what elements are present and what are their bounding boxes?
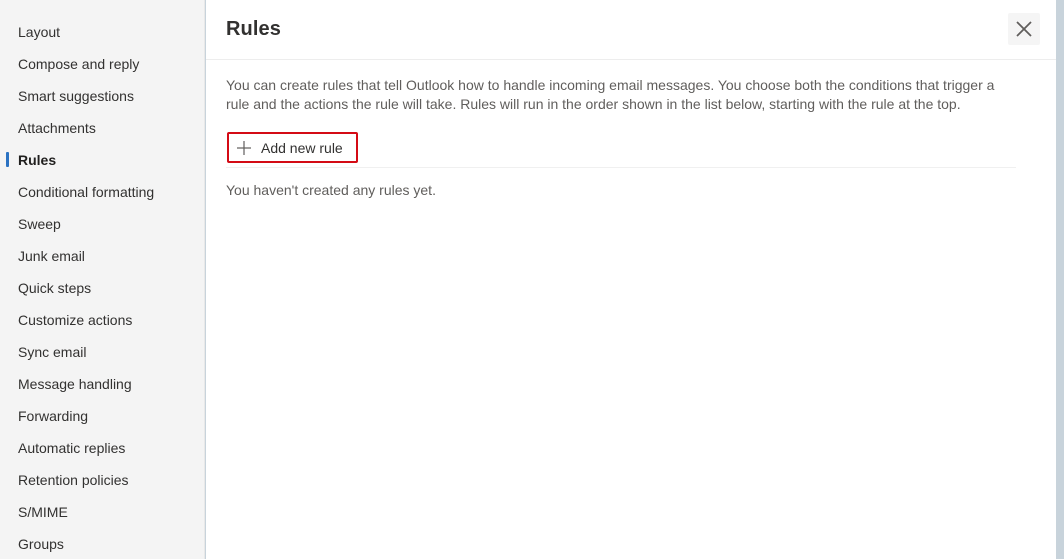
plus-icon bbox=[237, 140, 251, 155]
sidebar-item-label: Compose and reply bbox=[18, 56, 140, 72]
sidebar-item-junk-email[interactable]: Junk email bbox=[0, 240, 204, 272]
sidebar-item-quick-steps[interactable]: Quick steps bbox=[0, 272, 204, 304]
sidebar-item-rules[interactable]: Rules bbox=[0, 144, 204, 176]
rules-panel: Rules You can create rules that tell Out… bbox=[206, 0, 1056, 559]
sidebar-item-label: Conditional formatting bbox=[18, 184, 155, 200]
sidebar-item-label: Layout bbox=[18, 24, 61, 40]
sidebar-item-compose-and-reply[interactable]: Compose and reply bbox=[0, 48, 204, 80]
sidebar-item-label: S/MIME bbox=[18, 504, 68, 520]
close-button[interactable] bbox=[1008, 13, 1040, 45]
sidebar-item-label: Sweep bbox=[18, 216, 61, 232]
rules-description: You can create rules that tell Outlook h… bbox=[226, 77, 995, 112]
list-divider bbox=[226, 167, 1016, 168]
sidebar-item-smime[interactable]: S/MIME bbox=[0, 496, 204, 528]
page-title: Rules bbox=[226, 18, 281, 40]
active-indicator bbox=[6, 152, 9, 167]
sidebar-item-smart-suggestions[interactable]: Smart suggestions bbox=[0, 80, 204, 112]
sidebar-item-sync-email[interactable]: Sync email bbox=[0, 336, 204, 368]
sidebar-item-label: Message handling bbox=[18, 376, 132, 392]
sidebar-item-label: Attachments bbox=[18, 120, 96, 136]
sidebar-item-forwarding[interactable]: Forwarding bbox=[0, 400, 204, 432]
sidebar-item-automatic-replies[interactable]: Automatic replies bbox=[0, 432, 204, 464]
sidebar-item-retention-policies[interactable]: Retention policies bbox=[0, 464, 204, 496]
sidebar-item-groups[interactable]: Groups bbox=[0, 528, 204, 559]
sidebar-item-label: Quick steps bbox=[18, 280, 92, 296]
background-strip bbox=[1056, 0, 1064, 559]
sidebar-item-label: Retention policies bbox=[18, 472, 129, 488]
sidebar-item-label: Sync email bbox=[18, 344, 87, 360]
sidebar-item-customize-actions[interactable]: Customize actions bbox=[0, 304, 204, 336]
settings-window: Layout Compose and reply Smart suggestio… bbox=[0, 0, 1064, 559]
sidebar-item-label: Forwarding bbox=[18, 408, 89, 424]
sidebar-item-attachments[interactable]: Attachments bbox=[0, 112, 204, 144]
sidebar-item-label: Automatic replies bbox=[18, 440, 126, 456]
sidebar-item-label: Rules bbox=[18, 152, 57, 168]
sidebar-item-sweep[interactable]: Sweep bbox=[0, 208, 204, 240]
sidebar-item-conditional-formatting[interactable]: Conditional formatting bbox=[0, 176, 204, 208]
add-new-rule-button[interactable]: Add new rule bbox=[227, 132, 358, 163]
add-new-rule-label: Add new rule bbox=[261, 139, 343, 156]
sidebar-item-layout[interactable]: Layout bbox=[0, 16, 204, 48]
empty-rules-message: You haven't created any rules yet. bbox=[226, 182, 436, 198]
sidebar-item-label: Groups bbox=[18, 536, 64, 552]
settings-sidebar: Layout Compose and reply Smart suggestio… bbox=[0, 0, 205, 559]
panel-header: Rules bbox=[206, 0, 1056, 60]
close-icon bbox=[1016, 21, 1032, 37]
sidebar-item-label: Customize actions bbox=[18, 312, 133, 328]
sidebar-item-message-handling[interactable]: Message handling bbox=[0, 368, 204, 400]
sidebar-item-label: Smart suggestions bbox=[18, 88, 134, 104]
sidebar-item-label: Junk email bbox=[18, 248, 85, 264]
